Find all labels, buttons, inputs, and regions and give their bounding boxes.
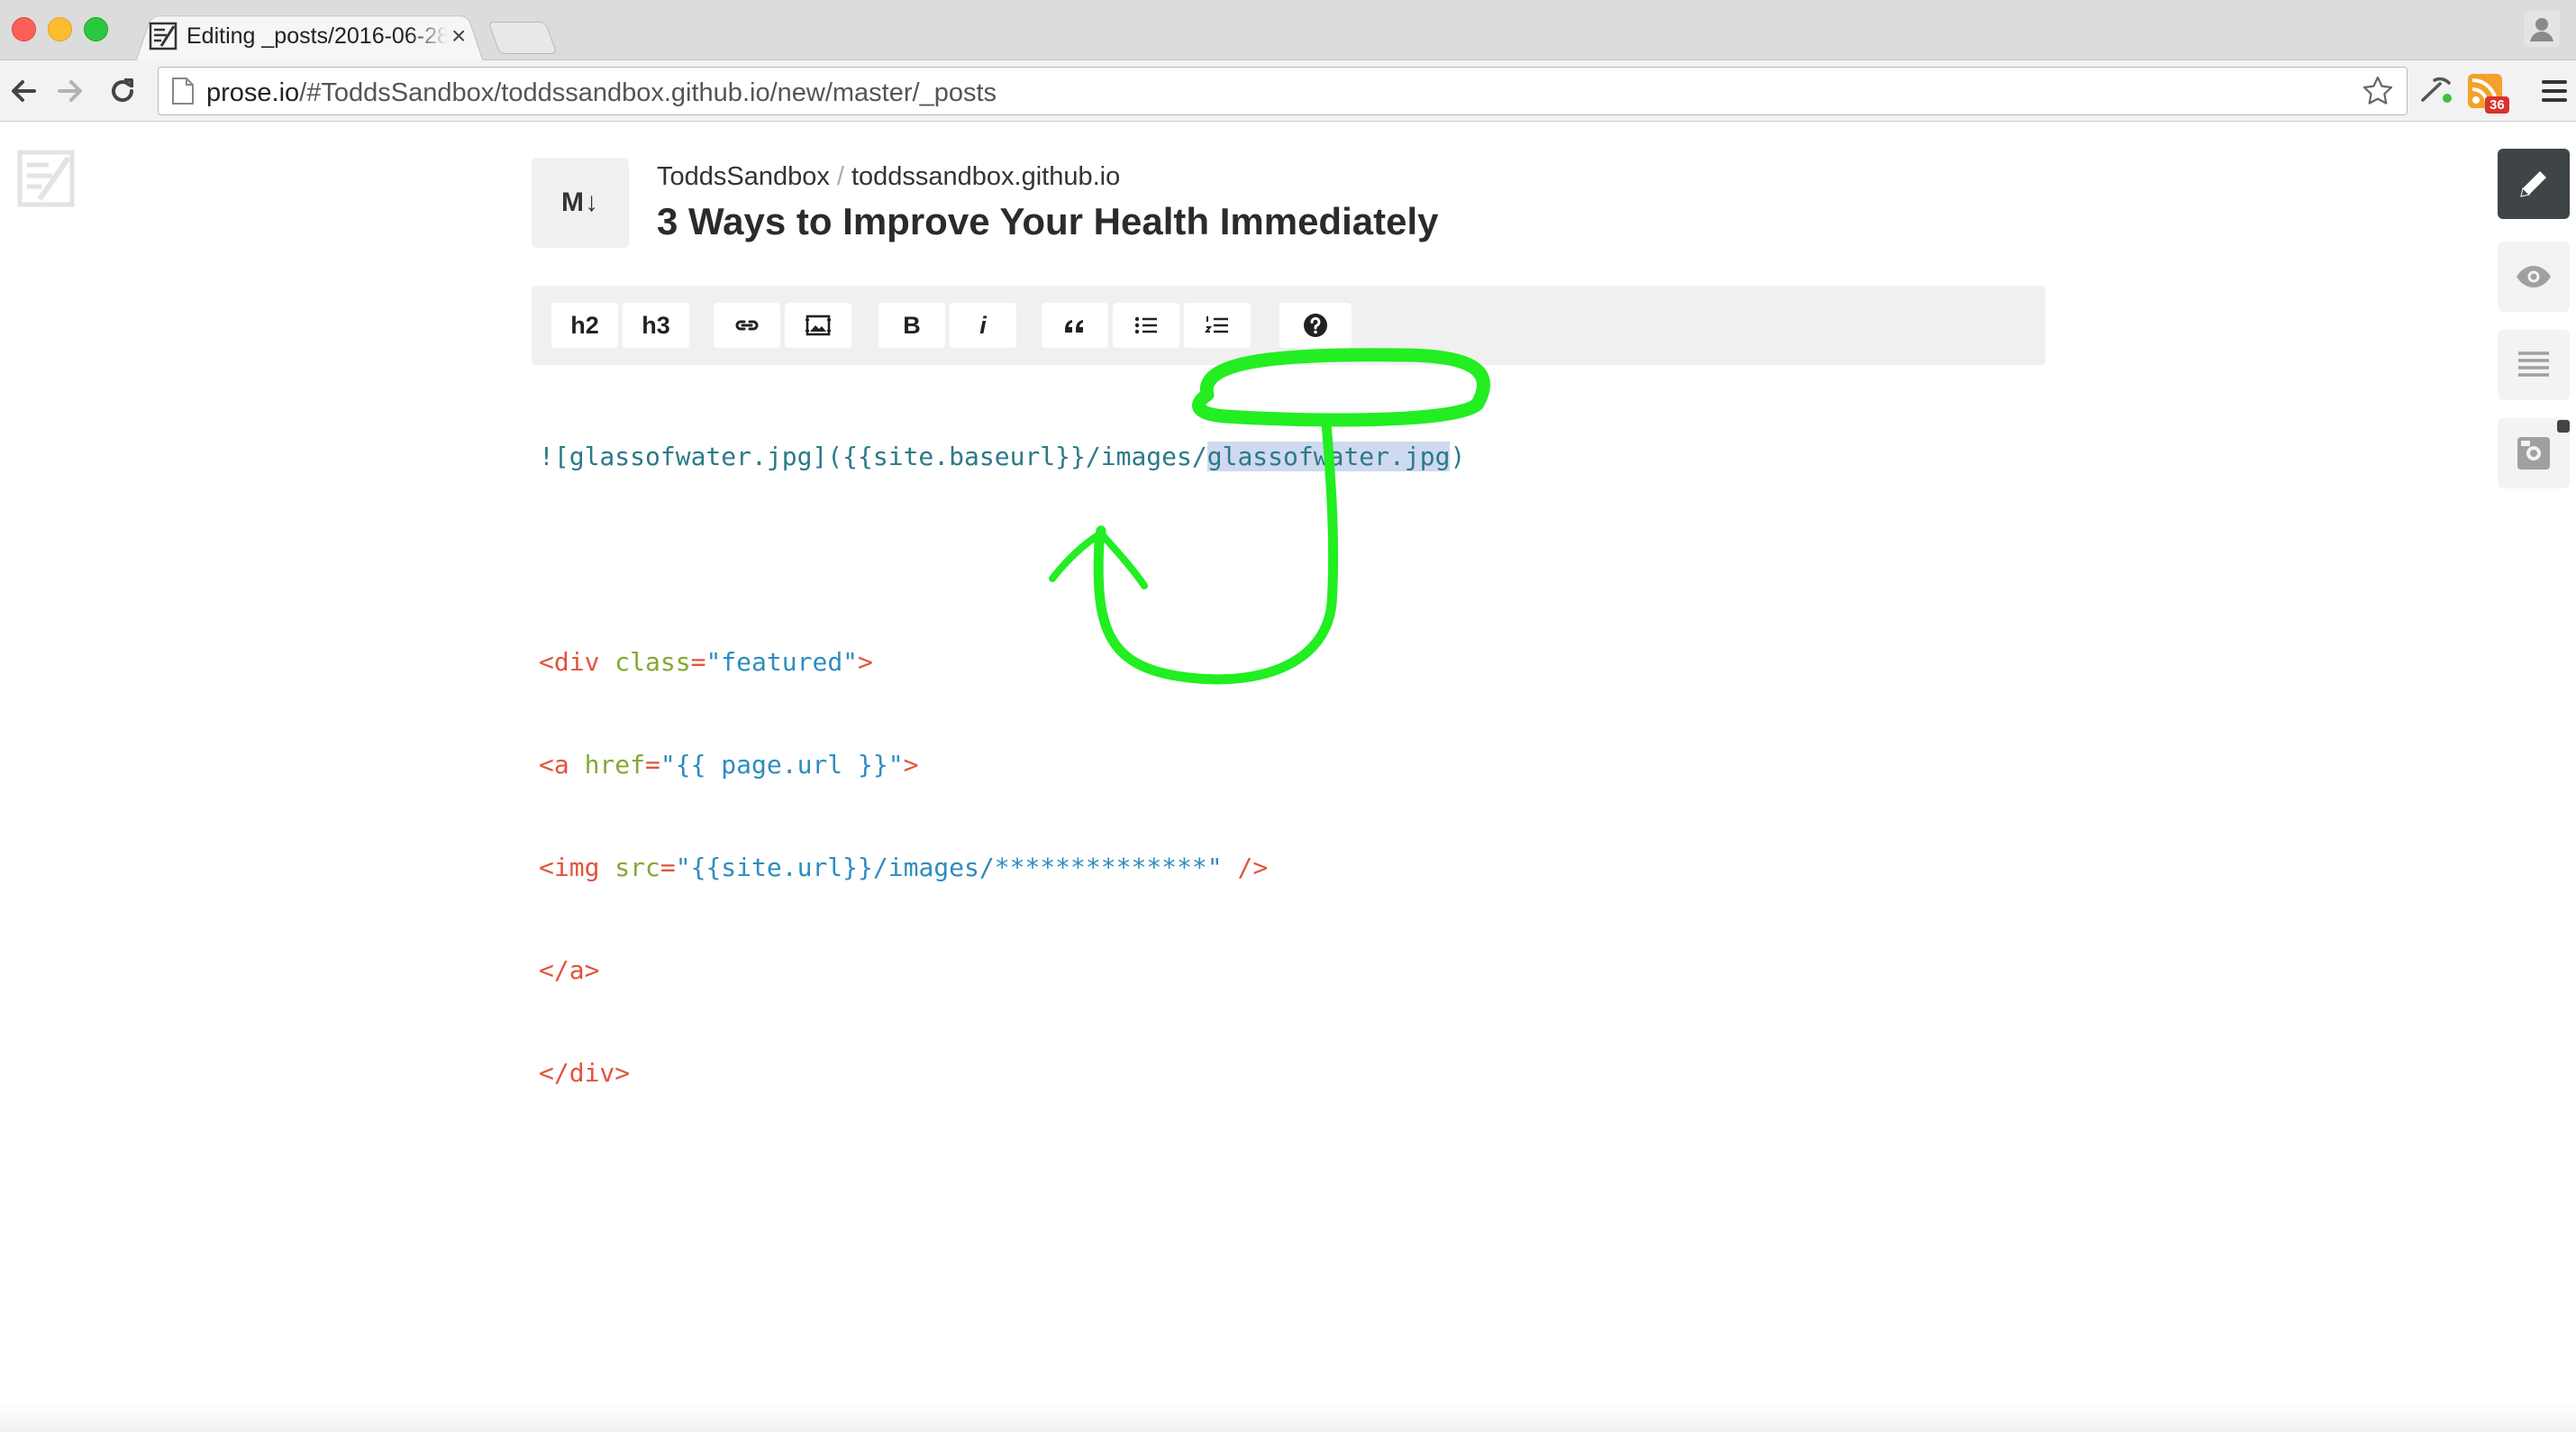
code-token: >: [858, 647, 873, 677]
unsaved-indicator: [2557, 420, 2570, 433]
insert-image-button[interactable]: [785, 303, 851, 348]
prose-logo-icon[interactable]: [16, 147, 79, 210]
code-token: >: [584, 955, 600, 985]
code-token: =: [645, 750, 660, 780]
code-token: />: [1222, 853, 1269, 882]
editor-line[interactable]: </a>: [539, 953, 2034, 988]
selected-text: glassofwater.jpg: [1206, 442, 1451, 471]
url-path: /#ToddsSandbox/toddssandbox.github.io/ne…: [299, 78, 997, 107]
save-disk-icon: [2517, 437, 2550, 470]
editor-line[interactable]: </div>: [539, 1056, 2034, 1090]
link-icon: [735, 320, 759, 331]
new-tab-button[interactable]: [487, 22, 558, 54]
pencil-icon: [2520, 171, 2546, 197]
editor-line[interactable]: <div class="featured">: [539, 645, 2034, 680]
help-icon: [1304, 314, 1327, 337]
code-token: div: [569, 1058, 615, 1088]
tab-close-icon[interactable]: ×: [451, 23, 466, 49]
code-token: class: [599, 647, 691, 677]
breadcrumb-repo[interactable]: toddssandbox.github.io: [851, 162, 1120, 191]
code-token: =: [690, 647, 706, 677]
edit-mode-button[interactable]: [2498, 149, 2570, 219]
browser-menu-icon[interactable]: [2541, 78, 2568, 104]
numbered-list-button[interactable]: [1184, 303, 1251, 348]
code-token: <a: [539, 750, 569, 780]
code-token: </: [539, 955, 569, 985]
prose-favicon-icon: [149, 22, 177, 50]
markdown-file-badge: M↓: [532, 158, 629, 248]
bookmark-star-icon[interactable]: [2362, 75, 2394, 107]
image-icon: [806, 315, 831, 336]
window-minimize-button[interactable]: [48, 17, 72, 41]
editor-line[interactable]: [539, 543, 2034, 577]
code-token: "featured": [705, 647, 859, 677]
window-maximize-button[interactable]: [84, 17, 108, 41]
address-bar[interactable]: prose.io/#ToddsSandbox/toddssandbox.gith…: [158, 67, 2408, 115]
profile-icon[interactable]: [2524, 11, 2560, 47]
heading-2-button[interactable]: h2: [551, 303, 618, 348]
page-icon: [172, 78, 194, 105]
code-text: ![glassofwater.jpg]({{site.baseurl}}/ima…: [539, 442, 1207, 471]
reload-icon[interactable]: [106, 75, 139, 107]
code-token: src: [599, 853, 660, 882]
blockquote-button[interactable]: [1042, 303, 1108, 348]
url-text[interactable]: prose.io/#ToddsSandbox/toddssandbox.gith…: [206, 78, 997, 108]
breadcrumb: ToddsSandbox / toddssandbox.github.io: [657, 162, 1120, 192]
window-close-button[interactable]: [12, 17, 36, 41]
rss-count-badge: 36: [2485, 96, 2509, 114]
code-text: ): [1450, 442, 1466, 471]
breadcrumb-separator: /: [836, 162, 844, 191]
metadata-button[interactable]: [2498, 330, 2570, 400]
forward-arrow-icon[interactable]: [54, 75, 86, 107]
preview-mode-button[interactable]: [2498, 242, 2570, 312]
extension-tool-icon[interactable]: [2418, 73, 2454, 109]
editor-line[interactable]: ![glassofwater.jpg]({{site.baseurl}}/ima…: [539, 440, 2034, 474]
quote-icon: [1065, 320, 1083, 333]
code-token: href: [569, 750, 646, 780]
code-token: <img: [539, 853, 600, 882]
bold-button[interactable]: B: [878, 303, 945, 348]
editor-line[interactable]: <a href="{{ page.url }}">: [539, 748, 2034, 782]
bottom-shadow: [0, 1402, 2576, 1432]
browser-tab-bar: Editing _posts/2016-06-28-3-ways-to-impr…: [0, 0, 2576, 62]
tab-title: Editing _posts/2016-06-28-3-ways-to-impr…: [187, 23, 448, 49]
code-token: =: [660, 853, 676, 882]
editor-toolbar: h2 h3 B i: [532, 286, 2045, 365]
document-title[interactable]: 3 Ways to Improve Your Health Immediatel…: [657, 200, 1438, 243]
heading-3-button[interactable]: h3: [623, 303, 689, 348]
editor-line[interactable]: <img src="{{site.url}}/images/**********…: [539, 851, 2034, 885]
code-token: >: [903, 750, 919, 780]
code-token: "{{ page.url }}": [660, 750, 904, 780]
eye-icon: [2517, 266, 2551, 287]
browser-tab-content[interactable]: Editing _posts/2016-06-28-3-ways-to-impr…: [149, 18, 473, 54]
code-token: >: [614, 1058, 631, 1088]
lines-icon: [2518, 351, 2549, 377]
breadcrumb-owner[interactable]: ToddsSandbox: [657, 162, 830, 191]
italic-button[interactable]: i: [950, 303, 1016, 348]
insert-link-button[interactable]: [714, 303, 780, 348]
help-button[interactable]: [1279, 303, 1352, 348]
numbered-list-icon: [1204, 316, 1228, 333]
browser-toolbar: prose.io/#ToddsSandbox/toddssandbox.gith…: [0, 60, 2576, 122]
url-host: prose.io: [206, 78, 300, 107]
markdown-editor[interactable]: ![glassofwater.jpg]({{site.baseurl}}/ima…: [539, 371, 2034, 1125]
code-token: a: [569, 955, 585, 985]
bullet-list-button[interactable]: [1113, 303, 1179, 348]
code-token: </: [539, 1058, 569, 1088]
code-token: <div: [539, 647, 600, 677]
bullet-list-icon: [1134, 316, 1157, 334]
code-token: "{{site.url}}/images/**************": [675, 853, 1223, 882]
back-arrow-icon[interactable]: [7, 75, 40, 107]
